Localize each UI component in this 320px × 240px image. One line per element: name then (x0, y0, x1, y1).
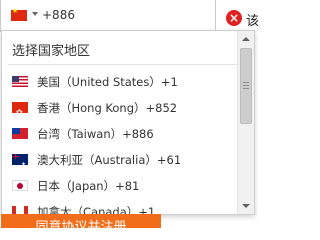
dropdown-title: 选择国家地区 (12, 44, 91, 59)
divider (8, 64, 238, 65)
country-option-label: 澳大利亚（Australia）+61 (37, 153, 182, 167)
country-option-australia[interactable]: 澳大利亚（Australia）+61 (2, 147, 239, 178)
us-flag-icon (12, 76, 28, 87)
error-message: 该 (246, 14, 258, 29)
chevron-down-icon[interactable] (32, 12, 38, 16)
country-option-label: 日本（Japan）+81 (37, 179, 140, 193)
agree-and-register-button[interactable]: 同意协议并注册 (1, 214, 161, 228)
registration-form: +886 × 该 选择国家地区 美国（United States）+1 香港（H… (0, 0, 258, 228)
country-option-label: 台湾（Taiwan）+886 (37, 127, 154, 141)
country-option-label: 香港（Hong Kong）+852 (37, 101, 178, 115)
dropdown-scrollbar[interactable] (237, 31, 254, 214)
scrollbar-thumb[interactable] (240, 48, 252, 124)
country-option-japan[interactable]: 日本（Japan）+81 (2, 173, 239, 199)
scroll-up-arrow-icon[interactable] (238, 31, 254, 47)
scroll-down-arrow-icon[interactable] (238, 198, 254, 214)
china-flag-icon (11, 7, 27, 21)
country-dropdown: 选择国家地区 美国（United States）+1 香港（Hong Kong）… (1, 30, 255, 228)
hong-kong-flag-icon (12, 100, 28, 126)
japan-flag-icon (12, 180, 28, 191)
taiwan-flag-icon (12, 128, 28, 139)
error-icon: × (226, 10, 242, 26)
country-option-label: 美国（United States）+1 (37, 75, 178, 89)
australia-flag-icon (12, 152, 28, 178)
country-option-hong-kong[interactable]: 香港（Hong Kong）+852 (2, 95, 239, 126)
country-code-value: +886 (42, 8, 75, 22)
country-list: 美国（United States）+1 香港（Hong Kong）+852 台湾… (2, 69, 239, 228)
country-code-selector[interactable]: +886 (0, 0, 216, 32)
country-option-taiwan[interactable]: 台湾（Taiwan）+886 (2, 121, 239, 147)
country-option-united-states[interactable]: 美国（United States）+1 (2, 69, 239, 95)
